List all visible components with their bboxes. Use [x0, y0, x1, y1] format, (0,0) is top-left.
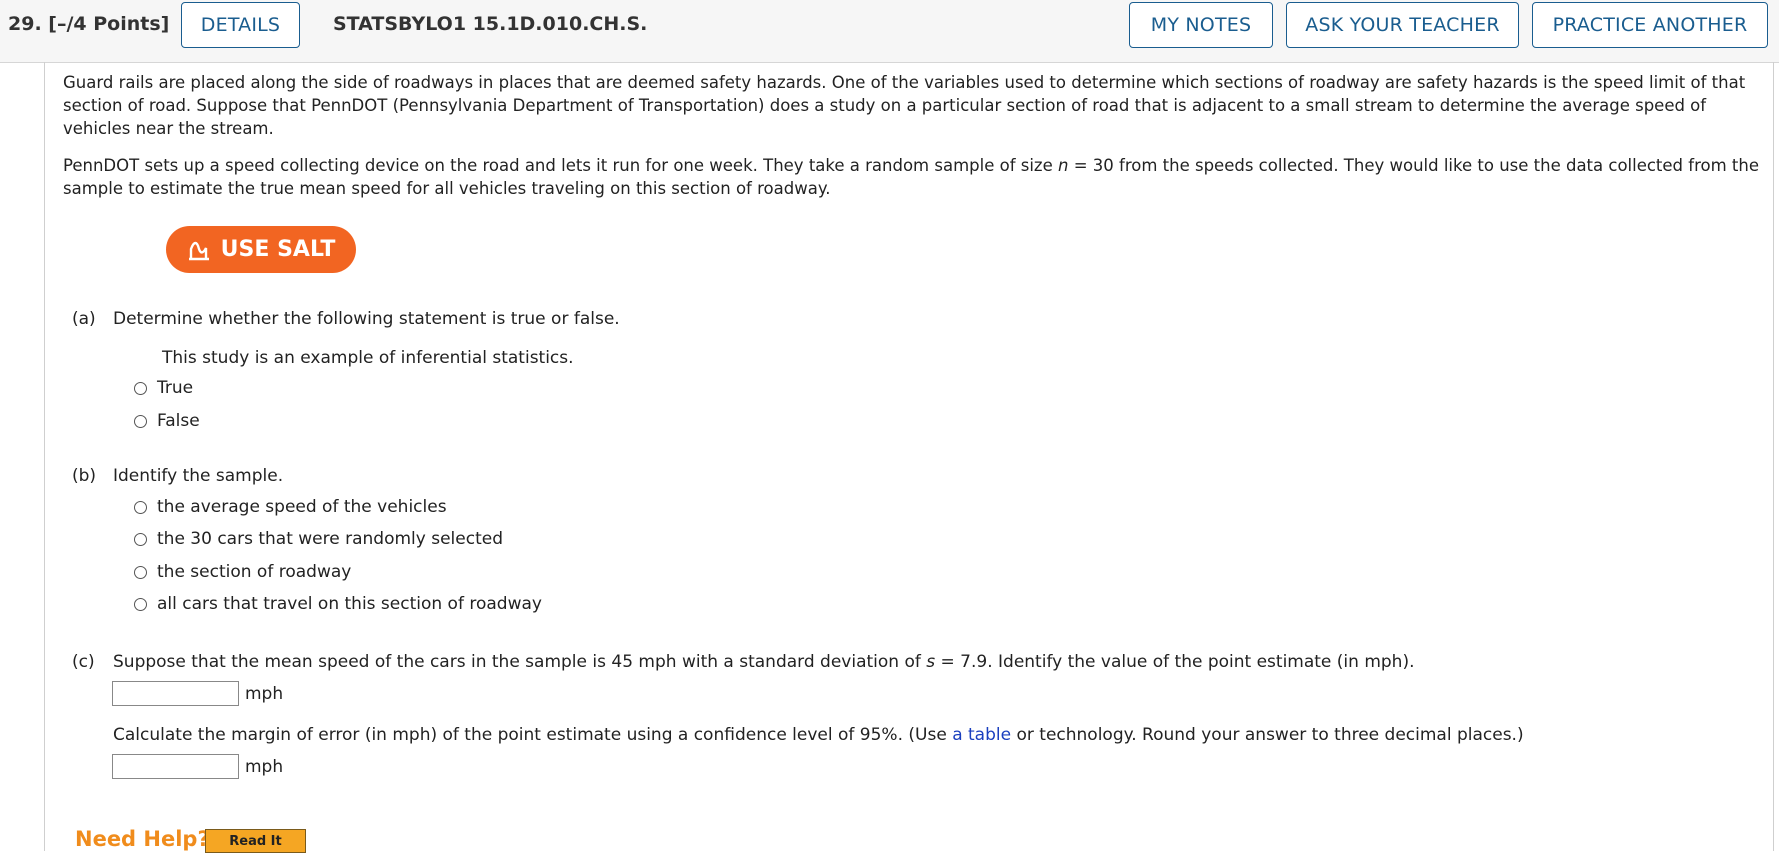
part-b-prompt: Identify the sample.: [113, 466, 284, 486]
margin-prompt-start: Calculate the margin of error (in mph) o…: [113, 725, 953, 745]
option-label: the average speed of the vehicles: [157, 497, 447, 517]
radio-button[interactable]: [134, 500, 147, 514]
intro-paragraph-1: Guard rails are placed along the side of…: [63, 73, 1746, 138]
radio-button[interactable]: [134, 597, 147, 611]
part-b-label: (b): [72, 466, 97, 486]
left-border: [44, 62, 45, 851]
margin-of-error-prompt: Calculate the margin of error (in mph) o…: [113, 725, 1524, 745]
ask-teacher-button[interactable]: ASK YOUR TEACHER: [1286, 2, 1519, 48]
std-dev-variable: s: [926, 652, 936, 672]
margin-prompt-end: or technology. Round your answer to thre…: [1011, 725, 1524, 745]
part-c-prompt-start: Suppose that the mean speed of the cars …: [113, 652, 927, 672]
radio-button[interactable]: [134, 532, 147, 546]
question-header: 29. [–/4 Points] DETAILS STATSBYLO1 15.1…: [0, 0, 1779, 63]
right-border: [1773, 62, 1774, 851]
intro-paragraph-2-start: PennDOT sets up a speed collecting devic…: [63, 156, 1058, 175]
option-label: True: [157, 378, 194, 398]
option-label: all cars that travel on this section of …: [157, 594, 542, 614]
option-label: False: [157, 411, 200, 431]
radio-button[interactable]: [134, 381, 147, 395]
part-c-prompt-end: = 7.9. Identify the value of the point e…: [935, 652, 1415, 672]
margin-of-error-unit: mph: [245, 757, 284, 777]
details-button[interactable]: DETAILS: [181, 2, 300, 48]
part-b-option-30-cars[interactable]: the 30 cars that were randomly selected: [134, 529, 503, 549]
part-b-option-all-cars[interactable]: all cars that travel on this section of …: [134, 594, 542, 614]
sample-size-variable: n: [1057, 156, 1069, 175]
my-notes-button[interactable]: MY NOTES: [1129, 2, 1273, 48]
option-label: the section of roadway: [157, 562, 352, 582]
part-b-option-section[interactable]: the section of roadway: [134, 562, 351, 582]
use-salt-button[interactable]: USE SALT: [166, 226, 356, 273]
part-a-statement: This study is an example of inferential …: [162, 348, 574, 368]
part-a-prompt: Determine whether the following statemen…: [113, 309, 620, 329]
salt-chart-icon: [188, 241, 209, 260]
part-c-label: (c): [72, 652, 95, 672]
part-c-prompt: Suppose that the mean speed of the cars …: [113, 652, 1415, 672]
intro-paragraph-2: PennDOT sets up a speed collecting devic…: [63, 154, 1763, 200]
use-salt-label: USE SALT: [220, 237, 336, 262]
part-a-option-false[interactable]: False: [134, 411, 200, 431]
part-a-label: (a): [72, 309, 96, 329]
option-label: the 30 cars that were randomly selected: [157, 529, 504, 549]
margin-of-error-input[interactable]: [112, 754, 239, 779]
practice-another-button[interactable]: PRACTICE ANOTHER: [1532, 2, 1768, 48]
table-link[interactable]: a table: [952, 725, 1011, 745]
question-number: 29. [–/4 Points]: [8, 13, 170, 35]
part-b-option-average-speed[interactable]: the average speed of the vehicles: [134, 497, 447, 517]
radio-button[interactable]: [134, 414, 147, 428]
question-code: STATSBYLO1 15.1D.010.CH.S.: [333, 13, 648, 35]
need-help-label: Need Help?: [75, 827, 210, 851]
point-estimate-input[interactable]: [112, 681, 239, 706]
read-it-button[interactable]: Read It: [205, 829, 306, 853]
point-estimate-unit: mph: [245, 684, 284, 704]
radio-button[interactable]: [134, 565, 147, 579]
part-a-option-true[interactable]: True: [134, 378, 193, 398]
